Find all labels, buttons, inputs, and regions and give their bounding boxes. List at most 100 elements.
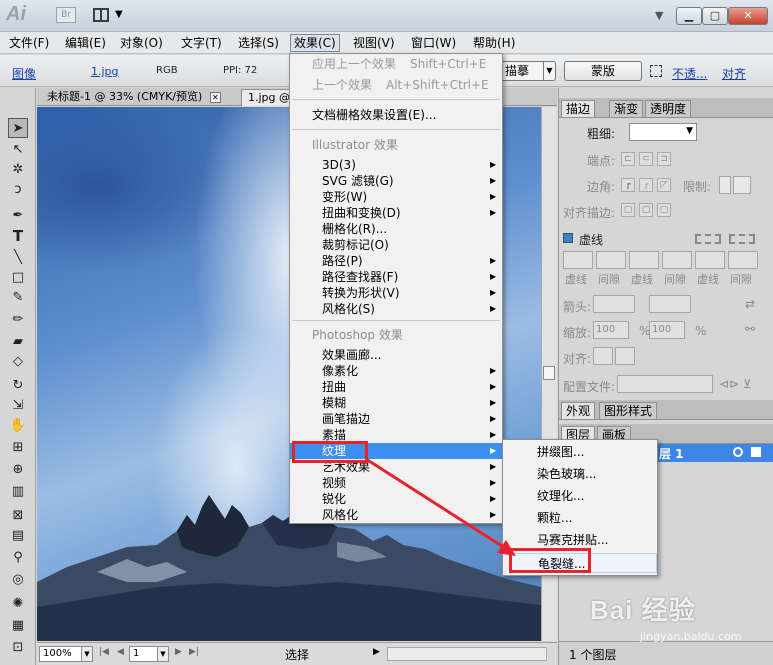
apply-last-effect-item[interactable]: 应用上一个效果 Shift+Ctrl+E xyxy=(290,56,502,72)
mask-button[interactable]: 蒙版 xyxy=(564,61,642,81)
close-button[interactable]: ✕ xyxy=(728,7,768,25)
menu-object[interactable]: 对象(O) xyxy=(117,34,166,52)
limit-stepper[interactable] xyxy=(719,176,731,194)
menu-item-3d[interactable]: 3D(3) ▶ xyxy=(290,157,502,173)
menu-item-path[interactable]: 路径(P) ▶ xyxy=(290,253,502,269)
vertical-scrollbar-thumb[interactable] xyxy=(543,366,555,380)
menu-item-pixelate[interactable]: 像素化 ▶ xyxy=(290,363,502,379)
rectangle-tool-icon[interactable]: □ xyxy=(8,268,28,288)
warp-tool-icon[interactable]: ✋ xyxy=(8,416,28,436)
menu-effect[interactable]: 效果(C) xyxy=(290,34,340,52)
menu-item-distort-transform[interactable]: 扭曲和变换(D) ▶ xyxy=(290,205,502,221)
pencil-tool-icon[interactable]: ✏ xyxy=(8,310,28,330)
symbol-sprayer-tool-icon[interactable]: ✺ xyxy=(8,594,28,614)
menu-item-svg-filters[interactable]: SVG 滤镜(G) ▶ xyxy=(290,173,502,189)
magic-wand-tool-icon[interactable]: ✲ xyxy=(8,160,28,180)
tab-gradient[interactable]: 渐变 xyxy=(609,100,644,117)
transform-icon[interactable] xyxy=(650,65,662,77)
last-page-icon[interactable]: ▶| xyxy=(189,647,199,657)
zoom-select[interactable]: 100% ▼ xyxy=(39,646,93,662)
flip-vertical-icon[interactable]: ⊻ xyxy=(743,377,752,391)
live-trace-button[interactable]: 描摹 ▼ xyxy=(496,61,556,81)
start-scale-input[interactable]: 100 xyxy=(593,321,629,339)
tab-untitled-1[interactable]: 未标题-1 @ 33% (CMYK/预览) ✕ xyxy=(41,89,227,106)
menu-item-convert-to-shape[interactable]: 转换为形状(V) ▶ xyxy=(290,285,502,301)
dashed-checkbox[interactable] xyxy=(563,233,573,243)
artboard-tool-icon[interactable]: ⊡ xyxy=(8,638,28,658)
menu-item-grain[interactable]: 颗粒... xyxy=(503,508,657,528)
mesh-tool-icon[interactable]: ⊠ xyxy=(8,506,28,526)
close-icon[interactable]: ✕ xyxy=(209,91,221,103)
file-link[interactable]: 1.jpg xyxy=(91,65,119,78)
layer-target-icon[interactable] xyxy=(733,447,743,457)
menu-item-brush-strokes[interactable]: 画笔描边 ▶ xyxy=(290,411,502,427)
column-graph-tool-icon[interactable]: ▦ xyxy=(8,616,28,636)
menu-item-mosaic-tiles[interactable]: 马赛克拼贴... xyxy=(503,530,657,550)
arrow-place-icon[interactable] xyxy=(615,347,635,365)
dash-preserve-icon[interactable] xyxy=(695,234,721,244)
window-menu-chevron-icon[interactable]: ▼ xyxy=(655,9,663,22)
align-inside-icon[interactable]: ▢ xyxy=(639,203,653,217)
type-tool-icon[interactable]: T xyxy=(8,226,28,246)
rotate-tool-icon[interactable]: ↻ xyxy=(8,376,28,396)
tab-appearance[interactable]: 外观 xyxy=(561,402,596,419)
bridge-button[interactable]: Br xyxy=(56,7,76,23)
menu-item-texturizer[interactable]: 纹理化... xyxy=(503,486,657,506)
tab-graphic-styles[interactable]: 图形样式 xyxy=(599,402,658,419)
menu-edit[interactable]: 编辑(E) xyxy=(62,34,109,52)
eraser-tool-icon[interactable]: ◇ xyxy=(8,352,28,372)
link-scale-icon[interactable]: ⚯ xyxy=(745,322,755,336)
menu-item-crop-marks[interactable]: 裁剪标记(O) xyxy=(290,237,502,253)
butt-cap-icon[interactable]: ⊏ xyxy=(621,152,635,166)
dash-input-3[interactable] xyxy=(695,251,725,269)
image-link[interactable]: 图像 xyxy=(12,65,36,82)
menu-view[interactable]: 视图(V) xyxy=(350,34,398,52)
menu-file[interactable]: 文件(F) xyxy=(6,34,52,52)
menu-item-blur[interactable]: 模糊 ▶ xyxy=(290,395,502,411)
miter-join-icon[interactable]: ┏ xyxy=(621,178,635,192)
end-arrowhead-select[interactable] xyxy=(649,295,691,313)
gap-input-3[interactable] xyxy=(728,251,758,269)
opacity-link[interactable]: 不透... xyxy=(672,65,707,82)
profile-select[interactable] xyxy=(617,375,713,393)
menu-item-pathfinder[interactable]: 路径查找器(F) ▶ xyxy=(290,269,502,285)
horizontal-scrollbar[interactable] xyxy=(387,647,547,661)
layer-selection-icon[interactable] xyxy=(751,447,761,457)
minimize-button[interactable]: ▁ xyxy=(676,7,702,25)
graph-tool-icon[interactable]: ▥ xyxy=(8,482,28,502)
menu-select[interactable]: 选择(S) xyxy=(235,34,282,52)
dash-align-icon[interactable] xyxy=(729,234,755,244)
eyedropper-tool-icon[interactable]: ⚲ xyxy=(8,548,28,568)
menu-item-stylize-ai[interactable]: 风格化(S) ▶ xyxy=(290,301,502,317)
tab-stroke[interactable]: 描边 xyxy=(561,100,596,117)
menu-item-stained-glass[interactable]: 染色玻璃... xyxy=(503,464,657,484)
shape-builder-tool-icon[interactable]: ⊕ xyxy=(8,460,28,480)
maximize-button[interactable]: ▢ xyxy=(702,7,728,25)
next-page-icon[interactable]: ▶ xyxy=(175,647,182,657)
round-join-icon[interactable]: ╭ xyxy=(639,178,653,192)
selection-tool-icon[interactable]: ➤ xyxy=(8,118,28,138)
menu-item-video[interactable]: 视频 ▶ xyxy=(290,475,502,491)
status-mode[interactable]: 选择 xyxy=(285,646,309,663)
dash-input-1[interactable] xyxy=(563,251,593,269)
gap-input-1[interactable] xyxy=(596,251,626,269)
scale-tool-icon[interactable]: ⇲ xyxy=(8,396,28,416)
menu-help[interactable]: 帮助(H) xyxy=(470,34,518,52)
blend-tool-icon[interactable]: ◎ xyxy=(8,570,28,590)
gradient-tool-icon[interactable]: ▤ xyxy=(8,526,28,546)
end-scale-input[interactable]: 100 xyxy=(649,321,685,339)
menu-window[interactable]: 窗口(W) xyxy=(408,34,459,52)
last-effect-item[interactable]: 上一个效果 Alt+Shift+Ctrl+E xyxy=(290,77,502,93)
paintbrush-tool-icon[interactable]: ✎ xyxy=(8,288,28,308)
weight-select[interactable]: ▼ xyxy=(629,123,697,141)
tab-transparency[interactable]: 透明度 xyxy=(645,100,692,117)
prev-page-icon[interactable]: ◀ xyxy=(117,647,124,657)
limit-input[interactable] xyxy=(733,176,751,194)
bevel-join-icon[interactable]: ◸ xyxy=(657,178,671,192)
menu-item-warp[interactable]: 变形(W) ▶ xyxy=(290,189,502,205)
menu-item-sharpen[interactable]: 锐化 ▶ xyxy=(290,491,502,507)
pen-tool-icon[interactable]: ✒ xyxy=(8,206,28,226)
round-cap-icon[interactable]: ⊂ xyxy=(639,152,653,166)
arrange-documents-button[interactable]: ▼ xyxy=(93,7,129,25)
swap-arrowheads-icon[interactable]: ⇄ xyxy=(745,297,755,311)
